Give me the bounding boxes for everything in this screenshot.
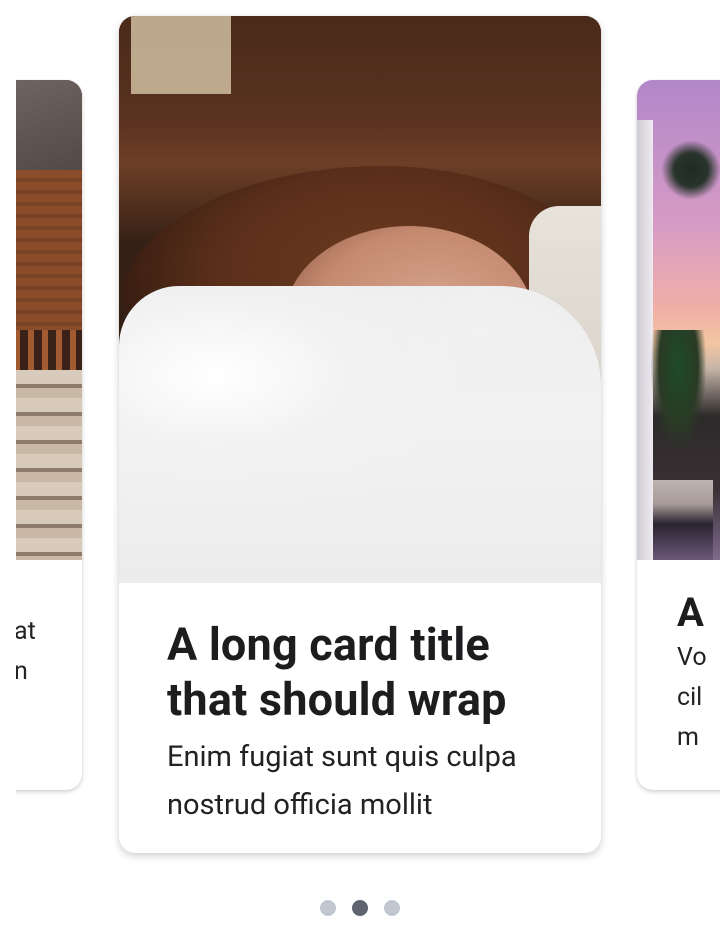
card-content: at n [16, 560, 82, 692]
card-image [16, 80, 82, 560]
card-body: Enim fugiat sunt quis culpa nostrud offi… [167, 740, 517, 822]
card-content: A long card title that should wrap Enim … [119, 583, 601, 829]
carousel-screen: at n A long card title that should wrap … [0, 0, 720, 949]
card-title: A long card title that should wrap [167, 618, 507, 726]
card-next[interactable]: A Vo cil m [637, 80, 720, 790]
card-content: A Vo cil m [637, 560, 720, 758]
card-current[interactable]: A long card title that should wrap Enim … [119, 16, 601, 853]
card-body: at n [16, 617, 36, 686]
card-title: A [677, 589, 705, 636]
pagination-dot-active[interactable] [352, 900, 368, 916]
pagination-dots [0, 900, 720, 916]
card-image [119, 16, 601, 583]
card-image [637, 80, 720, 560]
card-body: Vo cil m [677, 643, 707, 752]
card-previous[interactable]: at n [16, 80, 82, 790]
pagination-dot[interactable] [320, 900, 336, 916]
pagination-dot[interactable] [384, 900, 400, 916]
card-carousel[interactable]: at n A long card title that should wrap … [16, 0, 720, 880]
